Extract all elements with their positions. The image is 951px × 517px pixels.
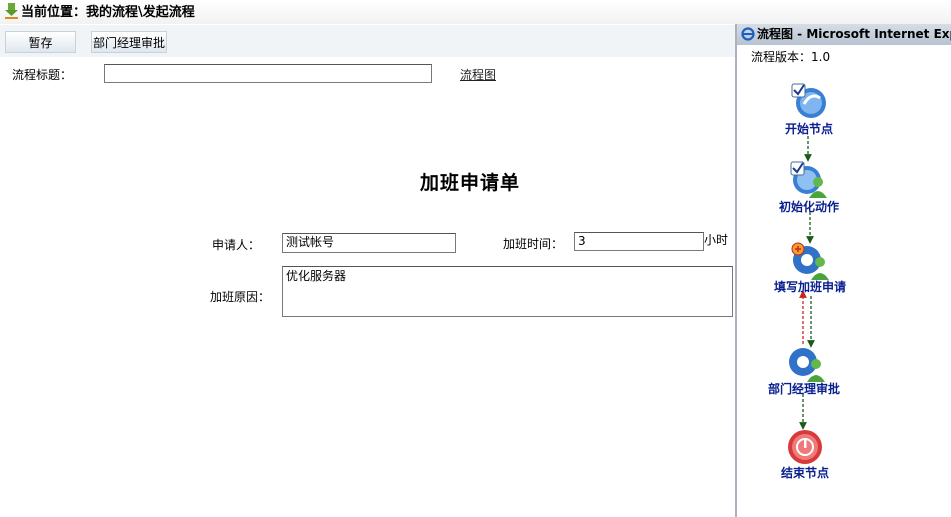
node-label-end: 结束节点 bbox=[780, 466, 829, 480]
node-label-init: 初始化动作 bbox=[778, 200, 839, 214]
applicant-field[interactable]: 测试帐号 bbox=[282, 233, 456, 253]
applicant-label: 申请人： bbox=[212, 238, 261, 252]
next-step-button[interactable]: 部门经理审批 bbox=[91, 31, 167, 53]
fill-form-icon[interactable] bbox=[789, 240, 831, 280]
breadcrumb: 当前位置：我的流程\发起流程 bbox=[0, 0, 951, 24]
flow-edges bbox=[799, 136, 815, 430]
download-arrow-icon bbox=[5, 3, 18, 19]
form-title: 加班申请单 bbox=[419, 172, 520, 194]
flow-title-label: 流程标题： bbox=[12, 68, 73, 82]
hours-unit-label: 小时 bbox=[704, 233, 729, 247]
toolbar: 暂存 部门经理审批 bbox=[0, 25, 735, 57]
flow-chart-window: 流程图 - Microsoft Internet Explorer 流程版本：1… bbox=[735, 24, 951, 517]
overtime-hours-label: 加班时间： bbox=[503, 237, 564, 251]
flow-chart-link[interactable]: 流程图 bbox=[460, 66, 496, 83]
approval-icon[interactable] bbox=[785, 344, 827, 382]
init-action-icon[interactable] bbox=[789, 160, 829, 198]
reason-textarea[interactable]: 优化服务器 bbox=[282, 266, 733, 317]
start-node-icon[interactable] bbox=[790, 82, 828, 120]
node-label-fill: 填写加班申请 bbox=[773, 280, 846, 294]
save-draft-button[interactable]: 暂存 bbox=[5, 31, 76, 53]
reason-label: 加班原因： bbox=[210, 290, 271, 304]
breadcrumb-text: 当前位置：我的流程\发起流程 bbox=[21, 5, 195, 20]
overtime-hours-field[interactable]: 3 bbox=[574, 232, 704, 251]
end-node-icon[interactable] bbox=[786, 428, 824, 466]
node-label-start: 开始节点 bbox=[784, 122, 833, 136]
node-label-approve: 部门经理审批 bbox=[767, 382, 840, 396]
flow-title-input[interactable] bbox=[104, 64, 432, 83]
